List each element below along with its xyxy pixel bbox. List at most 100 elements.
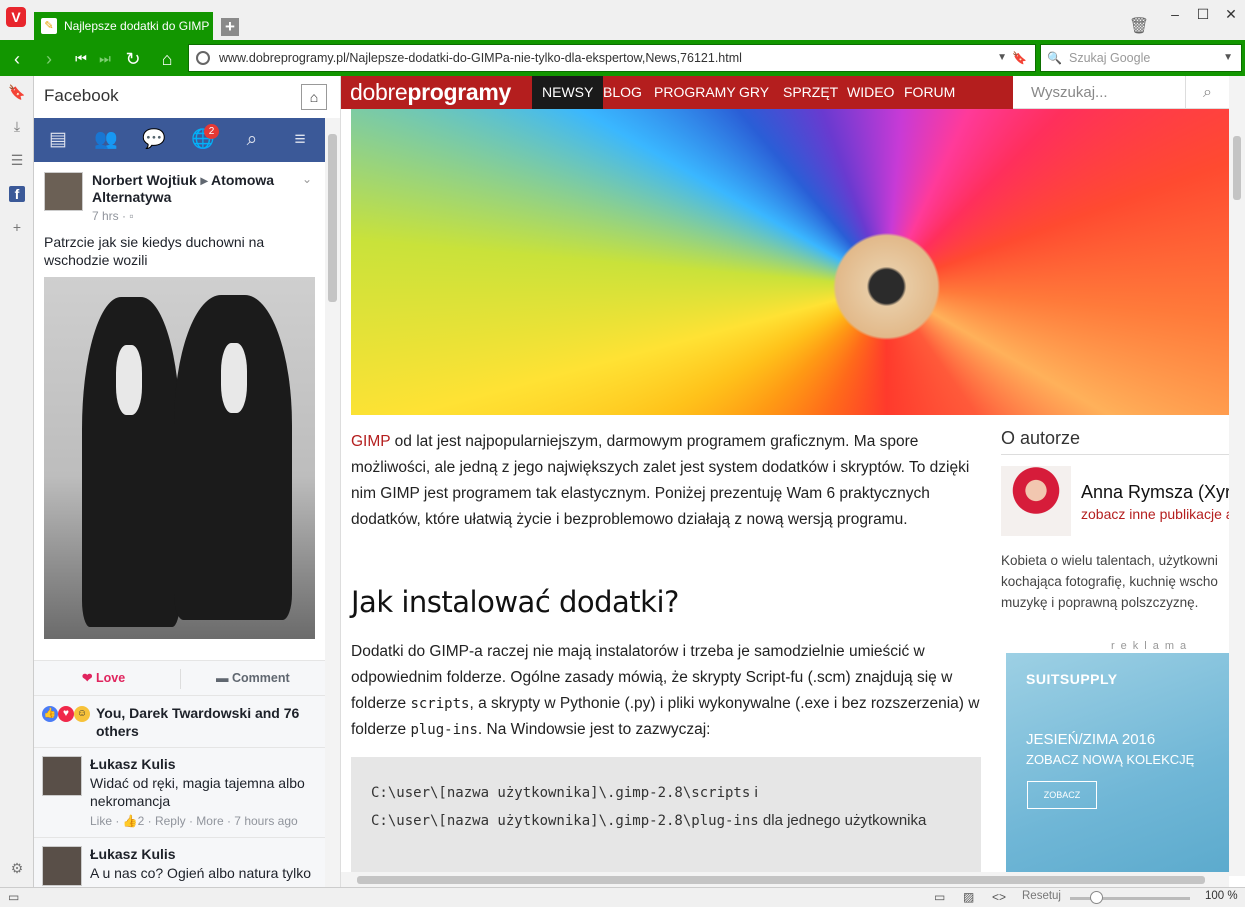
page-scroll-thumb[interactable] xyxy=(1233,136,1241,200)
bookmark-icon[interactable]: 🔖 xyxy=(1012,45,1027,71)
forward-button[interactable]: › xyxy=(38,49,60,69)
comment-text: A u nas co? Ogień albo natura tylko xyxy=(90,865,312,881)
trash-icon[interactable]: 🗑 xyxy=(1128,16,1150,38)
comment-author[interactable]: Łukasz Kulis xyxy=(90,846,176,862)
chevron-down-icon[interactable]: ▼ xyxy=(997,45,1007,71)
code-block: C:\user\[nazwa użytkownika]\.gimp-2.8\sc… xyxy=(351,757,981,887)
comment-author[interactable]: Łukasz Kulis xyxy=(90,756,176,772)
favicon-icon: ✎ xyxy=(41,18,57,34)
nav-forum[interactable]: FORUM xyxy=(894,76,965,109)
page-tiling-icon[interactable]: ▭ xyxy=(934,890,945,904)
reload-button[interactable]: ↻ xyxy=(122,49,144,69)
author-photo[interactable] xyxy=(1001,466,1071,536)
fast-forward-button[interactable]: ⏭ xyxy=(94,49,116,69)
new-tab-button[interactable]: + xyxy=(221,18,239,36)
post-time: 7 hrs · ▫ xyxy=(92,209,134,223)
post-time-text: 7 hrs · xyxy=(92,209,130,223)
news-feed-icon[interactable]: ▤ xyxy=(44,129,72,151)
post-photo[interactable] xyxy=(44,277,315,639)
bookmarks-icon[interactable]: 🔖 xyxy=(7,82,27,102)
panel-scroll-thumb[interactable] xyxy=(328,134,337,302)
logo-bold: programy xyxy=(407,79,512,105)
advertisement[interactable]: SUITSUPPLY JESIEŃ/ZIMA 2016 ZOBACZ NOWĄ … xyxy=(1006,653,1229,887)
post-author-line[interactable]: Norbert Wojtiuk ▸ Atomowa Alternatywa xyxy=(92,172,292,206)
reactions-text[interactable]: You, Darek Twardowski and 76 others xyxy=(96,704,321,740)
ad-brand: SUITSUPPLY xyxy=(1026,671,1118,687)
photo-beard-left xyxy=(116,345,142,415)
comment-meta[interactable]: Like · 👍2 · Reply · More · 7 hours ago xyxy=(90,814,298,828)
downloads-icon[interactable]: ⤓ xyxy=(7,116,27,136)
vivaldi-menu-icon[interactable]: V xyxy=(6,7,26,27)
site-search-input[interactable]: Wyszukaj... ⌕ xyxy=(1013,76,1229,109)
post-options-chevron-icon[interactable]: ⌄ xyxy=(302,172,312,186)
love-reaction-icon: ♥ xyxy=(58,706,74,722)
avatar[interactable] xyxy=(42,846,82,886)
code-path-scripts: C:\user\[nazwa użytkownika]\.gimp-2.8\sc… xyxy=(371,785,751,801)
minimize-button[interactable]: – xyxy=(1161,0,1189,28)
ad-line-2: ZOBACZ NOWĄ KOLEKCJĘ xyxy=(1026,752,1195,767)
avatar[interactable] xyxy=(42,756,82,796)
heart-icon: ❤ xyxy=(82,671,93,685)
ad-button[interactable]: ZOBACZ xyxy=(1027,781,1097,809)
home-button[interactable]: ⌂ xyxy=(156,49,178,69)
photo-beard-right xyxy=(221,343,247,413)
panel-home-icon[interactable]: ⌂ xyxy=(301,84,327,110)
comment-label: Comment xyxy=(231,671,290,685)
side-panel-toolbar: 🔖 ⤓ ☰ f + ⚙ xyxy=(0,76,34,887)
comment-item: Łukasz Kulis Widać od ręki, magia tajemn… xyxy=(34,748,325,838)
ad-line-1: JESIEŃ/ZIMA 2016 xyxy=(1026,731,1156,748)
site-logo[interactable]: dobreprogramy xyxy=(350,79,511,105)
panel-header: Facebook ⌂ xyxy=(34,76,340,118)
author-name[interactable]: Anna Rymsza (Xyro xyxy=(1081,482,1241,503)
panel-toggle-icon[interactable]: ▭ xyxy=(8,890,19,904)
code-plug-ins: plug-ins xyxy=(410,722,478,738)
page-hscroll-thumb[interactable] xyxy=(357,876,1205,884)
zoom-slider[interactable] xyxy=(1070,897,1190,900)
menu-icon[interactable]: ≡ xyxy=(286,129,314,151)
gimp-link[interactable]: GIMP xyxy=(351,433,390,450)
comment-icon: ▬ xyxy=(216,671,229,685)
friends-icon[interactable]: 👥 xyxy=(92,129,120,151)
search-field[interactable]: 🔍 Szukaj Google ▼ xyxy=(1040,44,1242,72)
back-button[interactable]: ‹ xyxy=(6,49,28,69)
reactions-summary[interactable]: 👍 ♥ ☺ You, Darek Twardowski and 76 other… xyxy=(34,696,325,748)
p2-part-c: . Na Windowsie jest to zazwyczaj: xyxy=(477,721,711,738)
nav-gry[interactable]: GRY xyxy=(729,76,779,109)
facebook-icon[interactable]: f xyxy=(9,186,25,202)
tab-title: Najlepsze dodatki do GIMP xyxy=(64,19,210,33)
post-author[interactable]: Norbert Wojtiuk xyxy=(92,172,197,188)
chevron-down-icon[interactable]: ▼ xyxy=(1223,45,1233,71)
author-publications-link[interactable]: zobacz inne publikacje a xyxy=(1081,506,1234,522)
search-icon[interactable]: ⌕ xyxy=(1185,76,1229,109)
site-navbar: dobreprogramy NEWSY BLOG PROGRAMY GRY SP… xyxy=(341,76,1229,109)
love-button[interactable]: ❤ Love xyxy=(82,661,125,695)
code-path-plug-ins: C:\user\[nazwa użytkownika]\.gimp-2.8\pl… xyxy=(371,813,759,829)
url-text: www.dobreprogramy.pl/Najlepsze-dodatki-d… xyxy=(219,51,742,65)
notes-icon[interactable]: ☰ xyxy=(7,150,27,170)
tab-active[interactable]: ✎ Najlepsze dodatki do GIMP xyxy=(34,12,213,40)
facebook-panel: Facebook ⌂ ▤ 👥 💬 🌐 2 ⌕ ≡ Norbert Wojtiuk… xyxy=(34,76,341,887)
rewind-button[interactable]: ⏮ xyxy=(70,49,92,69)
images-icon[interactable]: ▨ xyxy=(963,890,974,904)
love-label: Love xyxy=(95,671,126,685)
actions-divider xyxy=(180,669,181,689)
close-button[interactable]: ✕ xyxy=(1217,0,1245,28)
settings-gear-icon[interactable]: ⚙ xyxy=(7,858,27,878)
aside-title: O autorze xyxy=(1001,428,1229,455)
maximize-button[interactable]: ☐ xyxy=(1189,0,1217,28)
hero-image-pencils xyxy=(351,109,1229,415)
haha-reaction-icon: ☺ xyxy=(74,706,90,722)
title-bar: V ✎ Najlepsze dodatki do GIMP + 🗑 – ☐ ✕ xyxy=(0,0,1245,40)
zoom-reset[interactable]: Resetuj xyxy=(1022,890,1061,902)
site-search-placeholder: Wyszukaj... xyxy=(1031,84,1108,101)
avatar[interactable] xyxy=(44,172,83,211)
page-actions-icon[interactable]: <> xyxy=(992,890,1006,904)
comment-button[interactable]: ▬ Comment xyxy=(216,661,290,695)
zoom-level: 100 % xyxy=(1205,890,1238,902)
add-panel-icon[interactable]: + xyxy=(7,217,27,237)
messages-icon[interactable]: 💬 xyxy=(140,129,168,151)
search-placeholder: Szukaj Google xyxy=(1069,51,1151,65)
search-icon[interactable]: ⌕ xyxy=(238,129,266,151)
url-field[interactable]: www.dobreprogramy.pl/Najlepsze-dodatki-d… xyxy=(188,44,1036,72)
zoom-slider-handle[interactable] xyxy=(1090,891,1103,904)
